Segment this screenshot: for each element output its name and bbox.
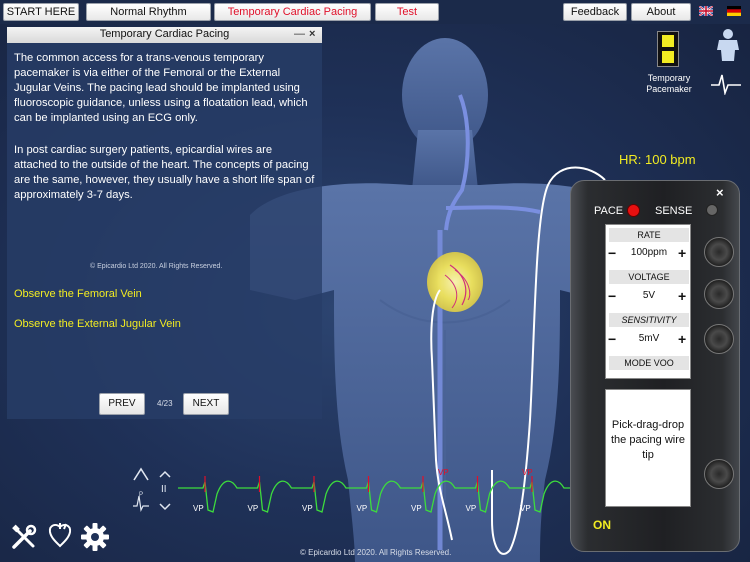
ecg-beat-label: VP: [520, 504, 531, 513]
body-icon[interactable]: [713, 28, 743, 62]
chevron-down-icon[interactable]: [159, 503, 171, 511]
panel-title: Temporary Cardiac Pacing: [7, 27, 322, 43]
ecg-beat-label: VP: [356, 504, 368, 513]
lead-label: II: [161, 484, 167, 495]
about-button[interactable]: About: [631, 3, 691, 21]
ecg-beat-label: VP: [193, 504, 204, 513]
instruction-card: Pick-drag-drop the pacing wire tip: [605, 389, 691, 507]
sense-led: [706, 204, 718, 216]
test-button[interactable]: Test: [375, 3, 439, 21]
uk-flag-icon[interactable]: [699, 6, 713, 16]
rate-header: RATE: [609, 228, 689, 242]
normal-rhythm-button[interactable]: Normal Rhythm: [86, 3, 211, 21]
top-nav-bar: START HERE Normal Rhythm Temporary Cardi…: [0, 0, 750, 24]
pace-label: PACE: [594, 205, 624, 217]
german-flag-icon[interactable]: [727, 6, 741, 16]
ecg-beat-label: VP: [247, 504, 259, 513]
rate-knob[interactable]: [704, 237, 734, 267]
on-status-label: ON: [593, 518, 611, 532]
close-icon[interactable]: ×: [309, 27, 315, 41]
ecg-pace-marker: VP: [438, 468, 449, 477]
heart-hand-icon[interactable]: [46, 521, 74, 551]
next-button[interactable]: NEXT: [183, 393, 229, 415]
lead-tag: P: [139, 492, 144, 498]
heart-rate-label: HR: 100 bpm: [619, 152, 696, 167]
footer-copyright: © Epicardio Ltd 2020. All Rights Reserve…: [300, 548, 452, 557]
settings-card: RATE − 100ppm + VOLTAGE − 5V + SENSITIVI…: [605, 224, 691, 379]
panel-paragraph-2: In post cardiac surgery patients, epicar…: [14, 144, 315, 201]
on-off-knob[interactable]: [704, 459, 734, 489]
ecg-amplitude-icon[interactable]: [132, 467, 150, 481]
pacemaker-toggle-icon[interactable]: [657, 31, 679, 67]
pacemaker-device[interactable]: × PACE SENSE RATE − 100ppm + VOLTAGE − 5…: [570, 180, 740, 552]
page-indicator: 4/23: [157, 399, 173, 408]
voltage-increase-button[interactable]: +: [678, 288, 686, 304]
feedback-button[interactable]: Feedback: [563, 3, 627, 21]
panel-paragraph-1: The common access for a trans-venous tem…: [14, 52, 308, 124]
voltage-knob[interactable]: [704, 279, 734, 309]
observe-jugular-link[interactable]: Observe the External Jugular Vein: [14, 318, 181, 330]
ecg-wave-icon[interactable]: [710, 71, 742, 95]
sense-label: SENSE: [655, 205, 693, 217]
sensitivity-header: SENSITIVITY: [609, 313, 689, 327]
ecg-beat-label: VP: [302, 504, 313, 513]
ecg-pace-marker: VP: [522, 468, 533, 477]
tools-icon[interactable]: [11, 524, 37, 550]
minimize-icon[interactable]: —: [294, 27, 305, 41]
app-stage: START HERE Normal Rhythm Temporary Cardi…: [0, 0, 750, 562]
start-here-button[interactable]: START HERE: [3, 3, 79, 21]
device-close-icon[interactable]: ×: [716, 185, 724, 200]
info-panel: Temporary Cardiac Pacing — × The common …: [7, 27, 322, 419]
rate-increase-button[interactable]: +: [678, 245, 686, 261]
ecg-beat-label: VP: [411, 504, 422, 513]
ecg-beat-label: VP: [465, 504, 477, 513]
gear-icon[interactable]: [80, 522, 110, 552]
mode-button[interactable]: MODE VOO: [609, 356, 689, 370]
prev-button[interactable]: PREV: [99, 393, 145, 415]
chevron-up-icon[interactable]: [159, 470, 171, 478]
sensitivity-increase-button[interactable]: +: [678, 331, 686, 347]
voltage-header: VOLTAGE: [609, 270, 689, 284]
temporary-pacing-button[interactable]: Temporary Cardiac Pacing: [214, 3, 371, 21]
sensitivity-knob[interactable]: [704, 324, 734, 354]
pace-led: [627, 204, 640, 217]
temporary-pacemaker-label: Temporary Pacemaker: [646, 73, 692, 94]
observe-femoral-link[interactable]: Observe the Femoral Vein: [14, 288, 142, 300]
panel-copyright: © Epicardio Ltd 2020. All Rights Reserve…: [90, 263, 223, 270]
